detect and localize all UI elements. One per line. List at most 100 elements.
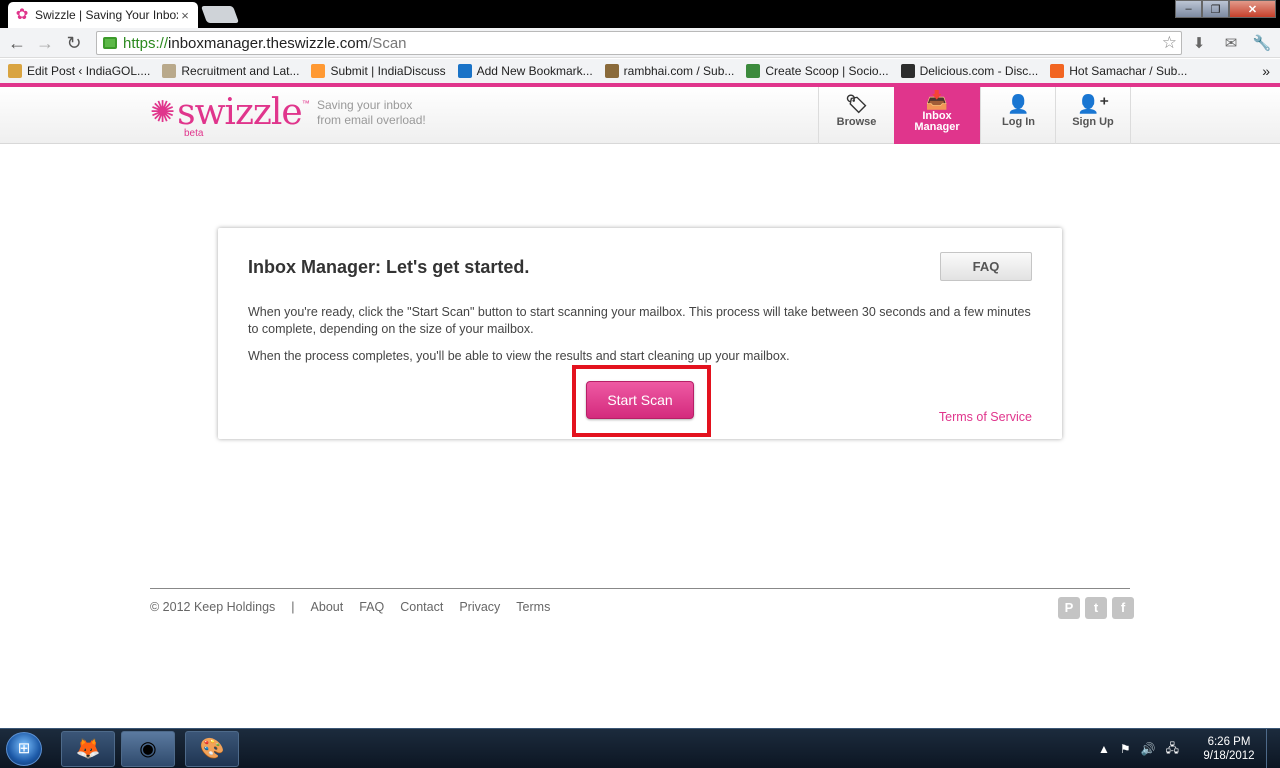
footer-link-privacy[interactable]: Privacy	[459, 600, 500, 614]
bookmark-item[interactable]: Edit Post ‹ IndiaGOL....	[8, 64, 150, 78]
browser-toolbar: ← → ↻ https:// inboxmanager.theswizzle.c…	[0, 28, 1280, 58]
bookmark-label: Recruitment and Lat...	[181, 64, 300, 78]
footer-link-faq[interactable]: FAQ	[359, 600, 384, 614]
bookmark-label: Edit Post ‹ IndiaGOL....	[27, 64, 151, 78]
clock-time: 6:26 PM	[1207, 736, 1251, 748]
instructions-paragraph: When you're ready, click the "Start Scan…	[248, 305, 1031, 336]
chrome-taskbar-icon[interactable]: ◉	[121, 731, 175, 767]
url-host: inboxmanager.theswizzle.com	[168, 34, 369, 52]
logo-text: swizzle	[177, 92, 303, 133]
logo-beta: beta	[184, 128, 204, 139]
new-tab-button[interactable]	[200, 6, 240, 23]
windows-start-icon[interactable]: ⊞	[6, 732, 42, 766]
footer-divider	[150, 588, 1130, 589]
minimize-button[interactable]: –	[1175, 0, 1202, 18]
close-window-button[interactable]: ✕	[1229, 0, 1276, 18]
inbox-icon: 📥	[925, 90, 949, 110]
bookmark-item[interactable]: Add New Bookmark...	[457, 64, 593, 78]
bookmark-label: rambhai.com / Sub...	[623, 64, 735, 78]
taskbar-clock[interactable]: 6:26 PM 9/18/2012	[1196, 735, 1262, 763]
bookmark-favicon-icon	[900, 64, 915, 78]
bookmark-item[interactable]: rambhai.com / Sub...	[604, 64, 735, 78]
bookmark-label: Submit | IndiaDiscuss	[330, 64, 446, 78]
firefox-taskbar-icon[interactable]: 🦊	[61, 731, 115, 767]
network-icon[interactable]: 🖧	[1166, 739, 1179, 760]
bookmark-favicon-icon	[8, 64, 22, 78]
bookmark-favicon-icon	[1050, 64, 1065, 78]
bookmark-item[interactable]: Hot Samachar / Sub...	[1050, 64, 1187, 78]
gmail-checker-icon[interactable]: ✉	[1221, 34, 1241, 52]
volume-icon[interactable]: 🔊	[1141, 742, 1156, 756]
bookmark-star-icon[interactable]: ☆	[1162, 32, 1177, 54]
url-path: /Scan	[368, 34, 407, 52]
social-links: P t f	[1053, 597, 1134, 619]
url-scheme: https://	[123, 34, 169, 52]
logo-trademark: ™	[301, 99, 310, 108]
completion-paragraph: When the process completes, you'll be ab…	[248, 349, 790, 363]
footer-link-contact[interactable]: Contact	[400, 600, 443, 614]
bookmarks-overflow-icon[interactable]: »	[1262, 63, 1270, 79]
forward-arrow-icon[interactable]: →	[34, 32, 56, 54]
bookmarks-bar: Edit Post ‹ IndiaGOL.... Recruitment and …	[0, 59, 1280, 83]
show-desktop-button[interactable]	[1266, 729, 1280, 768]
twitter-icon[interactable]: t	[1085, 597, 1107, 619]
nav-inbox-manager[interactable]: 📥 Inbox Manager	[894, 87, 980, 144]
browser-titlebar: ✿ Swizzle | Saving Your Inbox × – ❐ ✕	[0, 0, 1280, 28]
address-bar[interactable]: https:// inboxmanager.theswizzle.com /Sc…	[96, 31, 1182, 55]
nav-signup-label: Sign Up	[1072, 116, 1114, 128]
download-icon[interactable]: ⬇	[1189, 34, 1209, 52]
terms-of-service-link[interactable]: Terms of Service	[939, 410, 1032, 424]
wrench-icon[interactable]: 🔧	[1252, 34, 1272, 52]
card-title: Inbox Manager: Let's get started.	[248, 257, 530, 277]
start-scan-button[interactable]: Start Scan	[586, 381, 694, 419]
nav-sign-up[interactable]: 👤⁺ Sign Up	[1055, 87, 1131, 144]
swirl-icon: ✺	[150, 96, 176, 129]
nav-browse[interactable]: 🏷 Browse	[818, 87, 894, 144]
footer-link-terms[interactable]: Terms	[516, 600, 550, 614]
bookmark-label: Create Scoop | Socio...	[765, 64, 889, 78]
faq-button[interactable]: FAQ	[940, 252, 1032, 281]
lock-icon	[103, 37, 117, 49]
maximize-button[interactable]: ❐	[1202, 0, 1229, 18]
pinterest-icon[interactable]: P	[1058, 597, 1080, 619]
window-controls: – ❐ ✕	[1175, 0, 1276, 18]
bookmark-favicon-icon	[162, 64, 177, 78]
copyright-text: © 2012 Keep Holdings	[150, 600, 276, 614]
bookmark-item[interactable]: Delicious.com - Disc...	[900, 64, 1039, 78]
bookmark-item[interactable]: Create Scoop | Socio...	[746, 64, 889, 78]
tray-expand-icon[interactable]: ▲	[1098, 742, 1110, 756]
footer-link-about[interactable]: About	[311, 600, 344, 614]
action-center-icon[interactable]: ⚑	[1120, 742, 1131, 756]
swizzle-logo[interactable]: ✺ swizzle ™ beta	[150, 92, 310, 140]
nav-log-in[interactable]: 👤 Log In	[980, 87, 1056, 144]
nav-login-label: Log In	[1002, 116, 1035, 128]
paint-taskbar-icon[interactable]: 🎨	[185, 731, 239, 767]
tagline-line2: from email overload!	[317, 113, 426, 127]
site-header: ✺ swizzle ™ beta Saving your inbox from …	[0, 87, 1280, 144]
get-started-card: Inbox Manager: Let's get started. FAQ Wh…	[218, 228, 1062, 439]
browser-tab[interactable]: ✿ Swizzle | Saving Your Inbox ×	[8, 2, 198, 28]
user-icon: 👤	[1007, 94, 1030, 114]
nav-inbox-label-2: Manager	[914, 121, 960, 133]
bookmark-favicon-icon	[746, 64, 761, 78]
reload-icon[interactable]: ↻	[63, 32, 85, 54]
footer-links: © 2012 Keep Holdings | About FAQ Contact…	[150, 600, 566, 614]
facebook-icon[interactable]: f	[1112, 597, 1134, 619]
bookmark-label: Hot Samachar / Sub...	[1069, 64, 1188, 78]
bookmark-label: Add New Bookmark...	[476, 64, 593, 78]
back-arrow-icon[interactable]: ←	[6, 32, 28, 54]
bookmark-item[interactable]: Recruitment and Lat...	[162, 64, 299, 78]
windows-taskbar: ⊞ 🦊 ◉ 🎨 ▲ ⚑ 🔊 🖧 6:26 PM 9/18/2012	[0, 728, 1280, 768]
tagline-line1: Saving your inbox	[317, 98, 413, 112]
nav-browse-label: Browse	[836, 116, 877, 128]
clock-date: 9/18/2012	[1203, 750, 1255, 762]
bookmark-label: Delicious.com - Disc...	[919, 64, 1039, 78]
bookmark-favicon-icon	[457, 64, 472, 78]
tab-close-icon[interactable]: ×	[178, 8, 192, 23]
bookmark-favicon-icon	[604, 64, 619, 78]
tab-title: Swizzle | Saving Your Inbox	[35, 8, 178, 22]
bookmark-item[interactable]: Submit | IndiaDiscuss	[311, 64, 446, 78]
swizzle-favicon-icon: ✿	[15, 6, 29, 23]
add-user-icon: 👤⁺	[1077, 94, 1109, 114]
tagline: Saving your inbox from email overload!	[317, 98, 426, 128]
